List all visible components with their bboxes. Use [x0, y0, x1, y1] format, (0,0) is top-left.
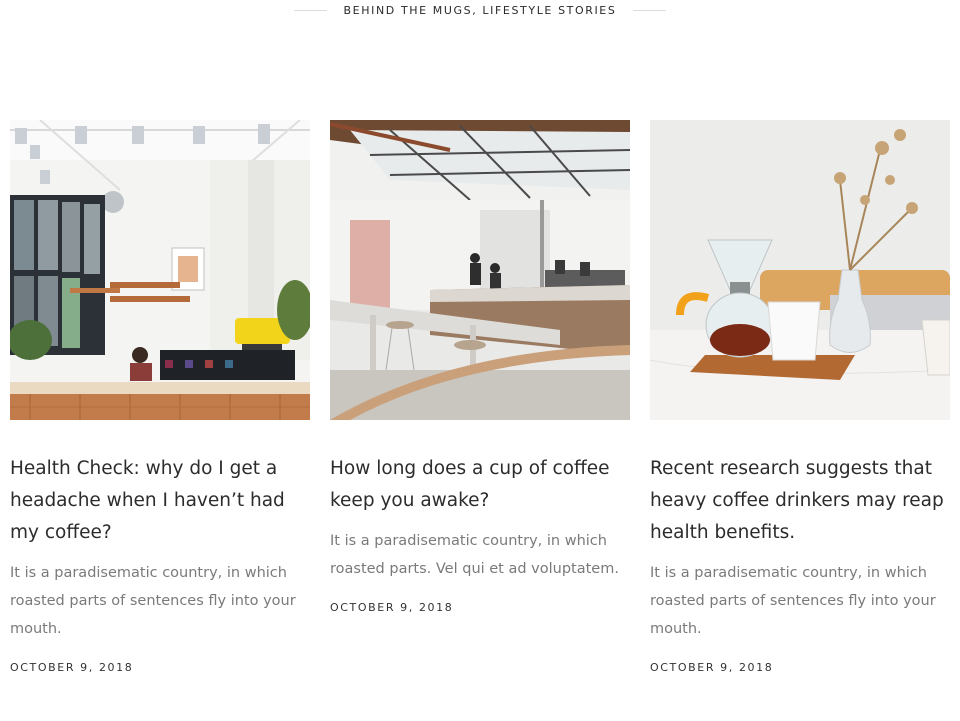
post-date: OCTOBER 9, 2018: [650, 661, 774, 674]
section-title: BEHIND THE MUGS, LIFESTYLE STORIES: [343, 3, 617, 17]
post-date: OCTOBER 9, 2018: [10, 661, 134, 674]
header-divider-right: [633, 9, 667, 11]
posts-grid: Health Check: why do I get a headache wh…: [10, 120, 950, 674]
post-card: How long does a cup of coffee keep you a…: [330, 120, 630, 674]
post-image-link[interactable]: [650, 120, 950, 420]
post-card: Health Check: why do I get a headache wh…: [10, 120, 310, 674]
coffee-bar-photo: [330, 120, 630, 420]
pour-over-coffee-photo: [650, 120, 950, 420]
post-card: Recent research suggests that heavy coff…: [650, 120, 950, 674]
post-date: OCTOBER 9, 2018: [330, 601, 454, 614]
post-image-link[interactable]: [330, 120, 630, 420]
post-image-link[interactable]: [10, 120, 310, 420]
header-divider-left: [293, 9, 327, 11]
post-title[interactable]: Health Check: why do I get a headache wh…: [10, 453, 310, 549]
cafe-interior-photo: [10, 120, 310, 420]
post-excerpt: It is a paradisematic country, in which …: [330, 533, 619, 577]
section-header: BEHIND THE MUGS, LIFESTYLE STORIES: [0, 0, 960, 20]
post-title[interactable]: How long does a cup of coffee keep you a…: [330, 453, 630, 517]
post-title[interactable]: Recent research suggests that heavy coff…: [650, 453, 950, 549]
post-excerpt: It is a paradisematic country, in which …: [650, 565, 936, 637]
post-excerpt: It is a paradisematic country, in which …: [10, 565, 296, 637]
